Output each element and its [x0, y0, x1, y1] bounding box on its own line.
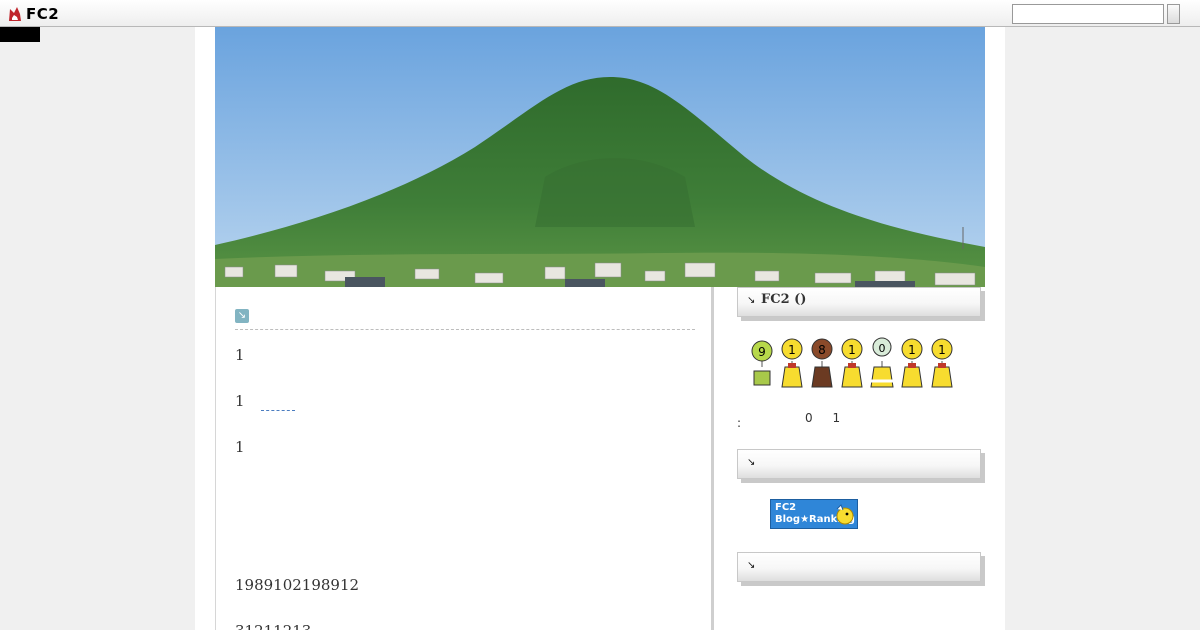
header-mountain-image: [215, 27, 985, 287]
counter-label: :: [737, 416, 742, 430]
counter-digit-icon: 1: [901, 338, 923, 388]
black-bar: [0, 27, 40, 42]
sidebar-heading-title: FC2 (): [761, 292, 807, 307]
counter-digit-icon: 0: [870, 337, 894, 388]
counter-digit: 1: [788, 343, 796, 357]
sidebar-heading-counter: ↘ FC2 (): [737, 287, 985, 321]
entry-paragraph: 31211213: [235, 622, 311, 630]
entry-paragraph: 1989102198912: [235, 576, 360, 594]
counter-digit-icon: 1: [931, 338, 953, 388]
entry-link[interactable]: [261, 410, 295, 411]
counter-digit: 8: [818, 343, 826, 357]
access-counter: 9 1 8 1 0 1 1: [749, 337, 955, 389]
counter-digit: 1: [908, 343, 916, 357]
sidebar: ↘ FC2 () 9 1 8 1 0 1 1: 0 1 ↘ FC2 Blog★…: [737, 287, 985, 630]
search-input[interactable]: [1012, 4, 1164, 24]
sidebar-heading-3: ↘: [737, 552, 985, 586]
counter-digit: 9: [758, 345, 766, 359]
counter-digit-icon: 1: [841, 338, 863, 388]
entry-divider: [235, 329, 695, 330]
bird-icon: [836, 504, 854, 525]
counter-digit-icon: 9: [751, 340, 773, 386]
counter-digit-icon: 8: [811, 338, 833, 388]
counter-digit: 0: [879, 342, 886, 355]
ranking-line1: FC2: [775, 502, 797, 513]
counter-digit: 1: [848, 343, 856, 357]
arrow-icon: ↘: [747, 295, 756, 306]
fc2-header-bar: FC2: [0, 0, 1200, 27]
counter-today: 0 1: [805, 411, 849, 425]
fc2-logo-text: FC2: [26, 4, 60, 23]
arrow-icon: ↘: [747, 457, 756, 468]
entry-paragraph: 1: [235, 392, 245, 410]
counter-digit: 1: [938, 343, 946, 357]
fc2-fox-icon: [9, 6, 21, 21]
entry-arrow-icon: ↘: [235, 309, 249, 323]
arrow-icon: ↘: [747, 560, 756, 571]
blog-page: ↘ 1 1 1 1989102198912 31211213 ↘ FC2 () …: [195, 27, 1005, 630]
blog-ranking-banner[interactable]: FC2 Blog★Ranking: [770, 499, 858, 529]
entry-column: ↘ 1 1 1 1989102198912 31211213: [215, 287, 714, 630]
counter-digit-icon: 1: [781, 338, 803, 388]
fc2-logo[interactable]: FC2: [6, 4, 59, 23]
entry-paragraph: 1: [235, 438, 245, 456]
entry-paragraph: 1: [235, 346, 245, 364]
sidebar-heading-ranking: ↘: [737, 449, 985, 483]
search-button[interactable]: [1167, 4, 1180, 24]
